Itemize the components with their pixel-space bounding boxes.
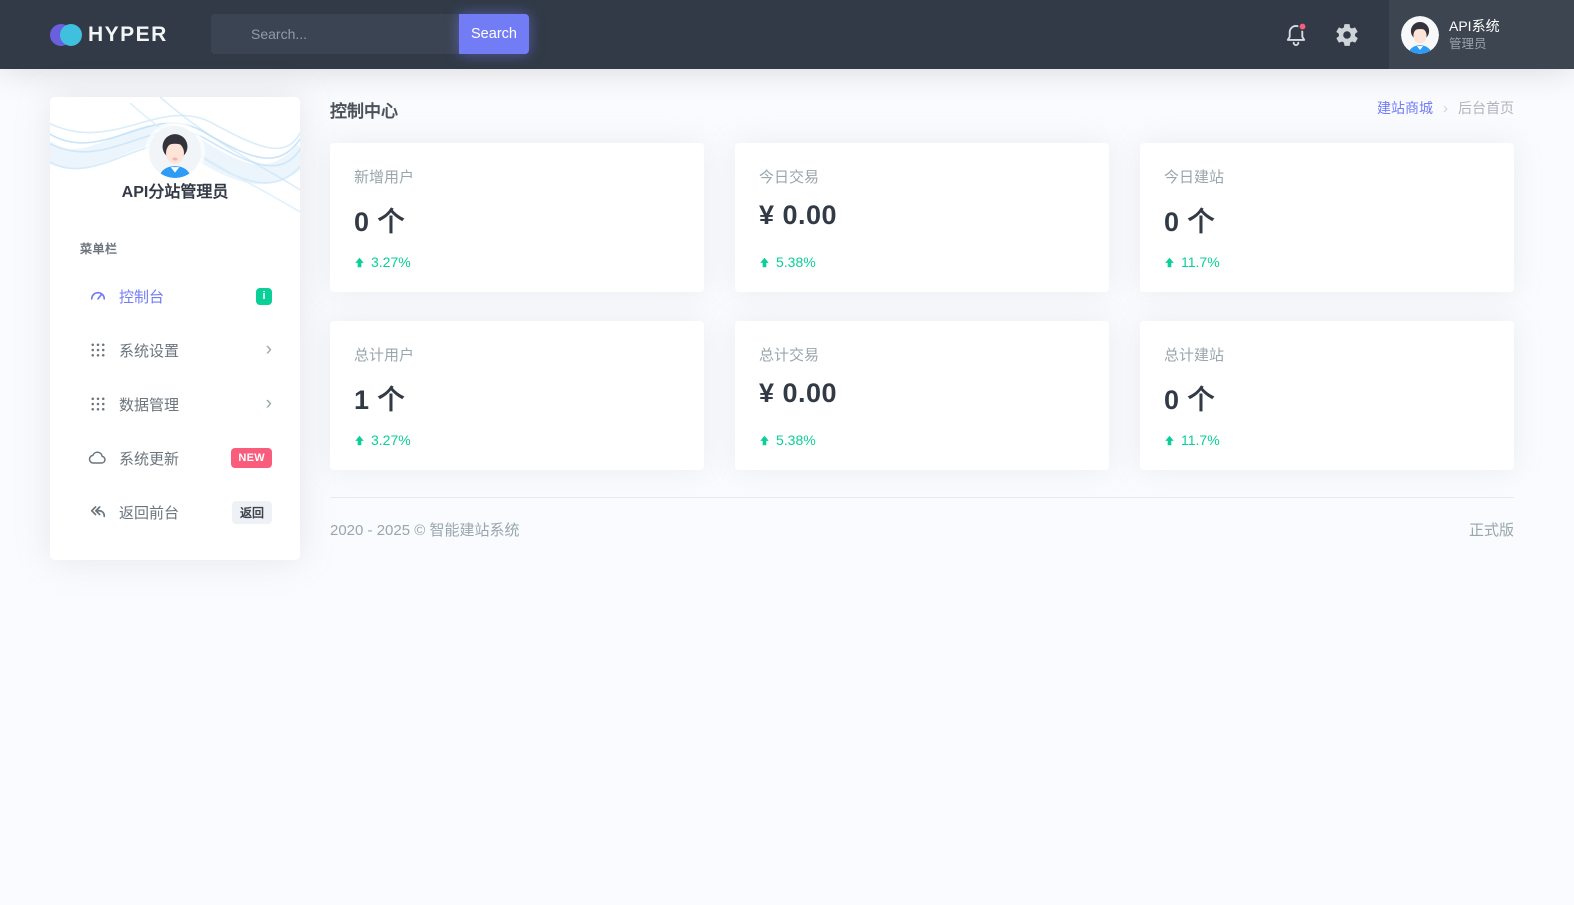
reply-back-icon <box>88 502 108 522</box>
grid-icon <box>88 394 108 414</box>
breadcrumb: 建站商城 › 后台首页 <box>1377 98 1514 118</box>
stat-card-new-users: 新增用户 0 个 3.27% <box>330 143 704 292</box>
stat-value: ¥ 0.00 <box>759 200 838 230</box>
sidebar-item-back-to-front[interactable]: 返回前台 返回 <box>50 485 300 539</box>
sidebar-item-label: 返回前台 <box>119 504 180 522</box>
gauge-icon <box>88 286 108 306</box>
user-role: 管理员 <box>1449 36 1487 51</box>
up-arrow-icon <box>760 435 769 445</box>
stat-label: 总计交易 <box>759 347 820 364</box>
stat-label: 总计用户 <box>354 347 415 364</box>
user-avatar <box>1401 15 1439 54</box>
stat-value: 0 个 <box>354 207 406 237</box>
stat-value: 0 个 <box>1164 207 1216 237</box>
sidebar-item-label: 系统更新 <box>119 450 180 468</box>
stat-card-total-users: 总计用户 1 个 3.27% <box>330 321 704 470</box>
admin-dashboard: HYPER Search... Search API系统 管理员 API分站管理… <box>0 0 1574 905</box>
footer-version: 正式版 <box>1468 522 1514 539</box>
settings-gear-icon[interactable] <box>1334 22 1362 50</box>
footer: 2020 - 2025 © 智能建站系统 正式版 <box>330 497 1514 540</box>
stat-label: 新增用户 <box>354 169 415 186</box>
stat-change: 11.7% <box>1164 254 1220 270</box>
hyper-logo-icon <box>50 23 84 47</box>
up-arrow-icon <box>760 257 769 267</box>
stat-value: 0 个 <box>1164 385 1216 415</box>
profile-avatar <box>149 126 201 178</box>
stat-label: 今日建站 <box>1164 169 1225 186</box>
stat-card-today-transactions: 今日交易 ¥ 0.00 5.38% <box>735 143 1109 292</box>
stat-value: 1 个 <box>354 385 406 415</box>
dashboard-badge: i <box>256 287 272 305</box>
stat-card-total-sites: 总计建站 0 个 11.7% <box>1140 321 1514 470</box>
topbar: HYPER Search... Search API系统 管理员 <box>0 0 1574 69</box>
cloud-icon <box>88 448 108 468</box>
stat-card-total-transactions: 总计交易 ¥ 0.00 5.38% <box>735 321 1109 470</box>
sidebar-item-dashboard[interactable]: 控制台 i <box>50 269 300 323</box>
stat-change: 3.27% <box>354 254 411 270</box>
stat-label: 总计建站 <box>1164 347 1225 364</box>
breadcrumb-current: 后台首页 <box>1458 100 1514 116</box>
stat-change: 5.38% <box>759 254 816 270</box>
breadcrumb-link[interactable]: 建站商城 <box>1377 98 1433 118</box>
stat-change: 5.38% <box>759 432 816 448</box>
sidebar-item-data-management[interactable]: 数据管理 › <box>50 377 300 431</box>
sidebar-item-label: 控制台 <box>119 288 165 306</box>
sidebar-item-system-update[interactable]: 系统更新 NEW <box>50 431 300 485</box>
stat-change: 3.27% <box>354 432 411 448</box>
up-arrow-icon <box>355 257 364 267</box>
brand-name: HYPER <box>88 22 168 46</box>
up-arrow-icon <box>1165 257 1174 267</box>
sidebar-item-system-settings[interactable]: 系统设置 › <box>50 323 300 377</box>
chevron-right-icon: › <box>265 338 272 360</box>
notifications-bell-icon[interactable] <box>1282 21 1310 49</box>
page-title: 控制中心 <box>330 102 398 121</box>
up-arrow-icon <box>1165 435 1174 445</box>
sidebar: API分站管理员 菜单栏 控制台 i 系统设置 › 数据管理 › 系统更新 NE… <box>50 97 300 560</box>
up-arrow-icon <box>355 435 364 445</box>
topbar-search: Search <box>211 14 529 54</box>
sidebar-item-label: 数据管理 <box>119 396 180 414</box>
stat-card-today-sites: 今日建站 0 个 11.7% <box>1140 143 1514 292</box>
page-head: 控制中心 建站商城 › 后台首页 <box>330 95 1514 122</box>
stat-value: ¥ 0.00 <box>759 378 838 408</box>
menu-section-label: 菜单栏 <box>80 242 118 256</box>
brand-logo[interactable]: HYPER <box>50 0 168 69</box>
new-badge: NEW <box>231 448 272 468</box>
grid-icon <box>88 340 108 360</box>
return-badge: 返回 <box>231 500 272 524</box>
stat-label: 今日交易 <box>759 169 820 186</box>
sidebar-nav: 控制台 i 系统设置 › 数据管理 › 系统更新 NEW 返回前台 返回 <box>50 269 300 539</box>
stat-change: 11.7% <box>1164 432 1220 448</box>
sidebar-item-label: 系统设置 <box>119 342 180 360</box>
chevron-right-icon: › <box>265 392 272 414</box>
user-name: API系统 <box>1449 17 1500 34</box>
breadcrumb-separator-icon: › <box>1443 99 1448 117</box>
user-menu[interactable]: API系统 管理员 <box>1389 0 1574 69</box>
profile-name: API分站管理员 <box>121 184 229 201</box>
footer-copyright: 2020 - 2025 © 智能建站系统 <box>330 522 520 539</box>
stat-cards-grid: 新增用户 0 个 3.27% 今日交易 ¥ 0.00 5.38% 今日建站 0 … <box>330 143 1514 470</box>
search-input[interactable] <box>211 14 459 54</box>
notification-dot <box>1298 22 1307 31</box>
search-button[interactable]: Search <box>459 14 529 54</box>
